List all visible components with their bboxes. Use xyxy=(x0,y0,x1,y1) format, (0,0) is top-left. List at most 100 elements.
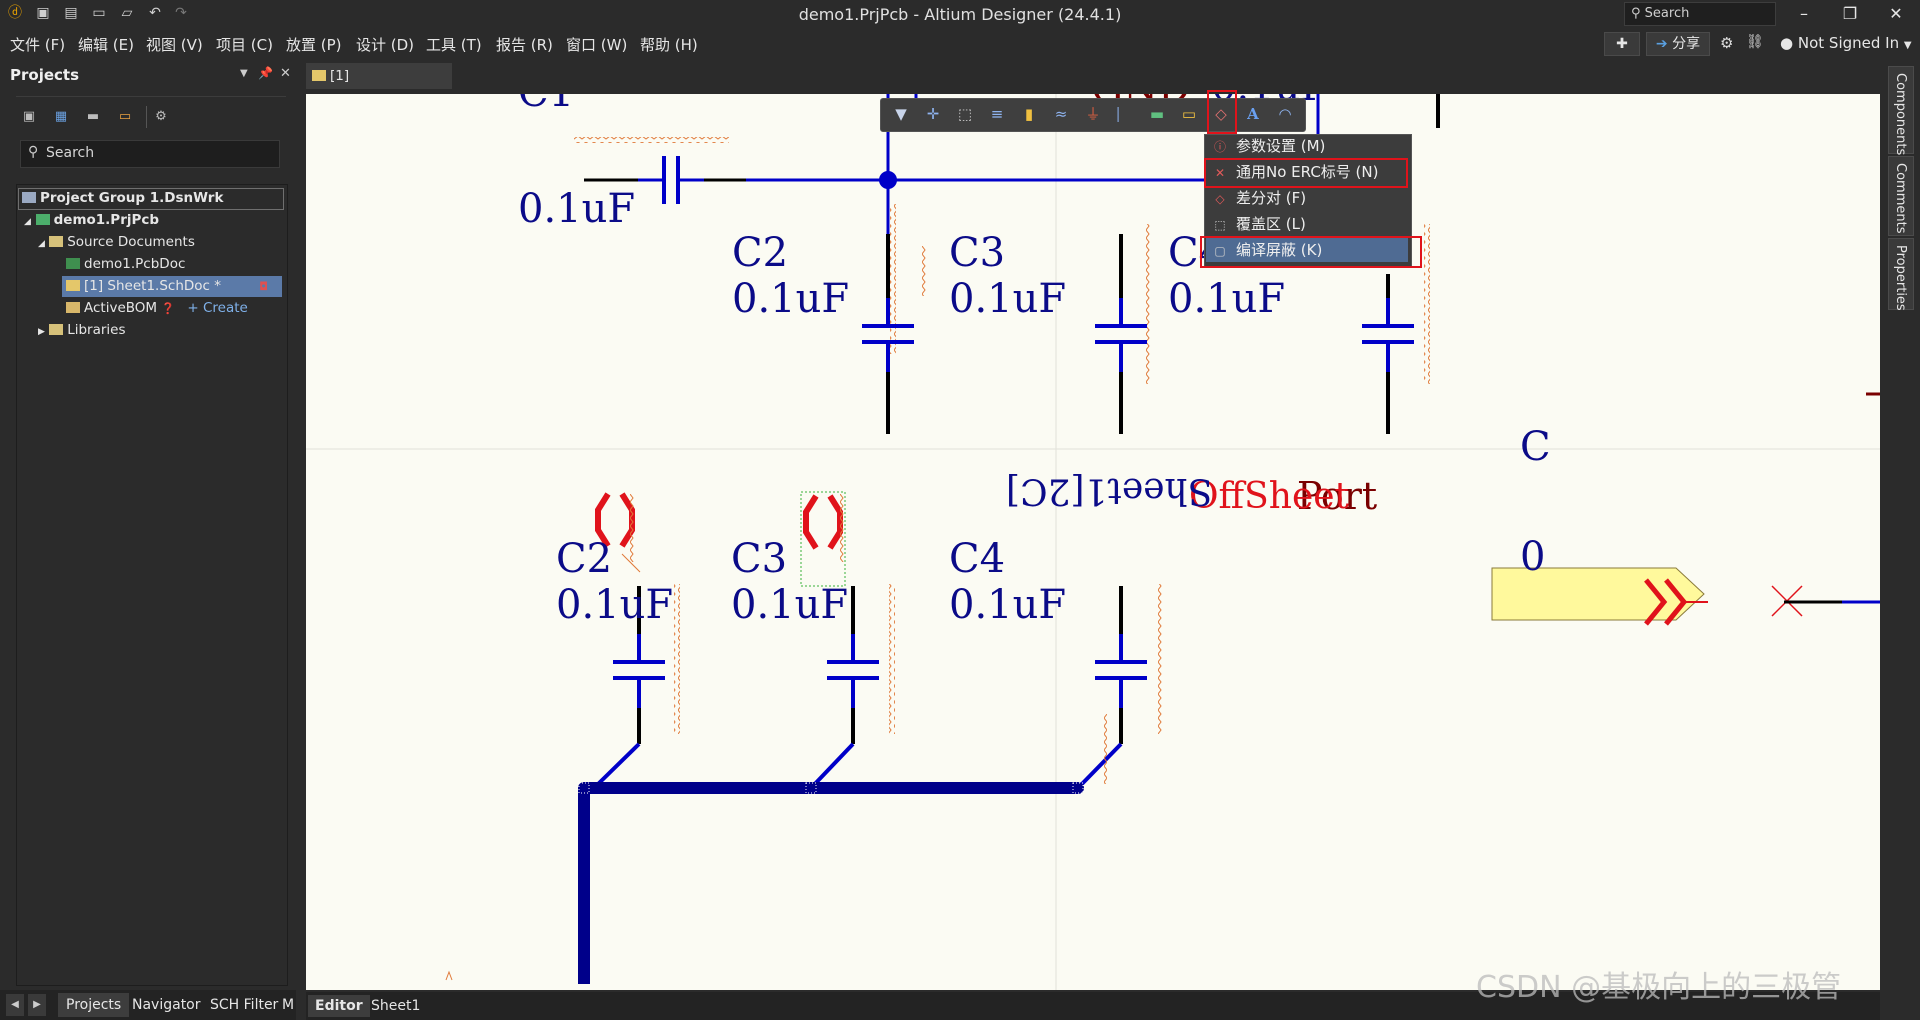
folder-icon xyxy=(49,324,64,335)
c2-bottom-value: 0.1uF xyxy=(556,582,674,628)
schematic-canvas[interactable]: 0.1uF C1 0.1uF GND 0.1uF C2 0.1uF C3 0.1… xyxy=(306,94,1880,990)
tree-label-project: demo1.PrjPcb xyxy=(53,212,160,228)
tab-projects[interactable]: Projects xyxy=(58,993,130,1017)
menu-tools[interactable]: 工具 (T) xyxy=(426,34,482,55)
sch-doc-icon xyxy=(312,70,326,81)
text-icon[interactable]: A xyxy=(1242,102,1264,126)
tree-item-source-documents[interactable]: ◢ Source Documents xyxy=(38,232,195,252)
close-icon[interactable]: ✕ xyxy=(1878,2,1914,26)
tree-label-source-documents: Source Documents xyxy=(67,234,195,250)
modified-icon: ◘ xyxy=(259,280,268,293)
sheet-symbol-icon[interactable]: ▬ xyxy=(1146,102,1168,126)
tab-more[interactable]: M xyxy=(278,993,298,1017)
edge-letter-0: 0 xyxy=(1520,534,1546,580)
c2-bottom-designator: C2 xyxy=(556,536,613,582)
tab-properties[interactable]: Properties xyxy=(1888,238,1914,311)
move-icon[interactable]: ✛ xyxy=(922,102,944,126)
tab-editor[interactable]: Editor xyxy=(308,995,370,1017)
pin-icon[interactable]: 📌 xyxy=(258,66,273,80)
panel-menu-icon[interactable]: ▼ xyxy=(240,68,248,79)
menu-help[interactable]: 帮助 (H) xyxy=(640,34,698,55)
tab-comments-label: Comments xyxy=(1893,163,1908,234)
expand-arrow-icon: ◢ xyxy=(24,217,31,227)
tab-components-label: Components xyxy=(1893,73,1908,156)
c1-value: 0.1uF xyxy=(518,186,636,232)
offsheet-label[interactable]: OffSheet xyxy=(1189,476,1349,517)
share-arrow-icon: ➔ xyxy=(1655,36,1668,52)
menu-reports[interactable]: 报告 (R) xyxy=(496,34,553,55)
menu-item-diff-pair[interactable]: ◇ 差分对 (F) xyxy=(1206,186,1406,210)
share-label: 分享 xyxy=(1672,36,1701,52)
menu-item-label: 参数设置 (M) xyxy=(1236,137,1326,155)
diff-pair-icon: ◇ xyxy=(1215,192,1225,206)
wire-icon[interactable]: ≈ xyxy=(1050,102,1072,126)
align-icon[interactable]: ≡ xyxy=(986,102,1008,126)
scroll-right-icon[interactable]: ▶ xyxy=(28,994,46,1016)
menu-item-label: 差分对 (F) xyxy=(1236,189,1307,207)
harness-icon[interactable]: ⎸ xyxy=(1114,102,1136,126)
search-icon: ⚲ xyxy=(28,144,39,160)
title-bar: ⓓ ▣ ▤ ▭ ▱ ↶ ↷ demo1.PrjPcb - Altium Desi… xyxy=(0,0,1920,28)
compile-icon[interactable]: ▦ xyxy=(52,108,70,126)
project-settings-icon[interactable]: ⚙ xyxy=(152,108,170,126)
settings-icon[interactable]: ⚙ xyxy=(1720,34,1733,52)
link-icon[interactable]: ⛓ xyxy=(1746,34,1764,50)
tree-item-libraries[interactable]: ▶ Libraries xyxy=(38,320,126,340)
chevron-down-icon: ▼ xyxy=(1903,40,1912,51)
tree-item-activebom[interactable]: ActiveBOM ❓ + Create xyxy=(66,298,248,318)
cap-bottom-c4 xyxy=(1076,584,1163,790)
minimize-icon[interactable]: – xyxy=(1786,2,1822,26)
add-document-icon[interactable]: ▬ xyxy=(84,108,102,126)
directives-highlight xyxy=(1207,90,1237,134)
restore-icon[interactable]: ❐ xyxy=(1832,2,1868,26)
tree-item-project[interactable]: ◢ demo1.PrjPcb xyxy=(24,210,159,230)
notification-icon[interactable]: ✚ xyxy=(1604,32,1640,56)
open-folder-icon[interactable]: ▭ xyxy=(116,108,134,126)
blanket-icon: ⬚ xyxy=(1214,218,1226,232)
power-port-icon[interactable]: ⏚ xyxy=(1082,102,1104,126)
tree-label-activebom: ActiveBOM xyxy=(84,300,158,316)
menu-place[interactable]: 放置 (P) xyxy=(286,34,342,55)
menu-edit[interactable]: 编辑 (E) xyxy=(78,34,134,55)
port-icon[interactable]: ▭ xyxy=(1178,102,1200,126)
tree-label-libraries: Libraries xyxy=(67,322,126,338)
c1-designator: C1 xyxy=(518,94,574,116)
menu-project[interactable]: 项目 (C) xyxy=(216,34,273,55)
tab-comments[interactable]: Comments xyxy=(1888,156,1914,236)
tab-components[interactable]: Components xyxy=(1888,66,1914,156)
document-tab[interactable]: [1] Sheet1.SchDoc * xyxy=(306,63,452,110)
workspace-icon xyxy=(22,192,36,203)
scroll-left-icon[interactable]: ◀ xyxy=(6,994,24,1016)
menu-design[interactable]: 设计 (D) xyxy=(356,34,414,55)
cap-top-c2 xyxy=(862,204,926,434)
arc-icon[interactable]: ◠ xyxy=(1274,102,1296,126)
share-button[interactable]: ➔ 分享 xyxy=(1646,32,1710,56)
menu-window[interactable]: 窗口 (W) xyxy=(566,34,627,55)
menu-view[interactable]: 视图 (V) xyxy=(146,34,203,55)
save-project-icon[interactable]: ▣ xyxy=(20,108,38,126)
select-icon[interactable]: ⬚ xyxy=(954,102,976,126)
tab-sch-filter[interactable]: SCH Filter xyxy=(202,993,286,1017)
tab-navigator[interactable]: Navigator xyxy=(124,993,209,1017)
folder-icon xyxy=(49,236,64,247)
tree-item-pcbdoc[interactable]: demo1.PcbDoc xyxy=(66,254,185,274)
panel-close-icon[interactable]: ✕ xyxy=(280,66,291,81)
part-icon[interactable]: ▮ xyxy=(1018,102,1040,126)
menu-item-blanket[interactable]: ⬚ 覆盖区 (L) xyxy=(1206,212,1406,236)
tree-item-schdoc[interactable]: [1] Sheet1.SchDoc * ◘ xyxy=(66,276,268,296)
filter-icon[interactable]: ▼ xyxy=(890,102,912,126)
cap-top-c3 xyxy=(1095,224,1150,434)
watermark: CSDN @基极向上的三极管 xyxy=(1476,970,1842,1005)
account-button[interactable]: ● Not Signed In ▼ xyxy=(1780,34,1912,52)
help-icon: ❓ xyxy=(161,302,176,315)
global-search-input[interactable]: ⚲ Search xyxy=(1624,2,1776,26)
tree-label-pcbdoc: demo1.PcbDoc xyxy=(84,256,186,272)
menu-file[interactable]: 文件 (F) xyxy=(10,34,65,55)
no-erc-marker-2 xyxy=(800,491,846,587)
menu-item-parameter-set[interactable]: ⓘ 参数设置 (M) xyxy=(1206,134,1406,158)
sch-doc-icon xyxy=(66,280,80,291)
create-link[interactable]: + Create xyxy=(187,300,247,316)
param-icon: ⓘ xyxy=(1213,140,1226,154)
tab-sheet1[interactable]: Sheet1 xyxy=(364,995,427,1017)
tree-item-project-group[interactable]: Project Group 1.DsnWrk xyxy=(22,188,223,208)
